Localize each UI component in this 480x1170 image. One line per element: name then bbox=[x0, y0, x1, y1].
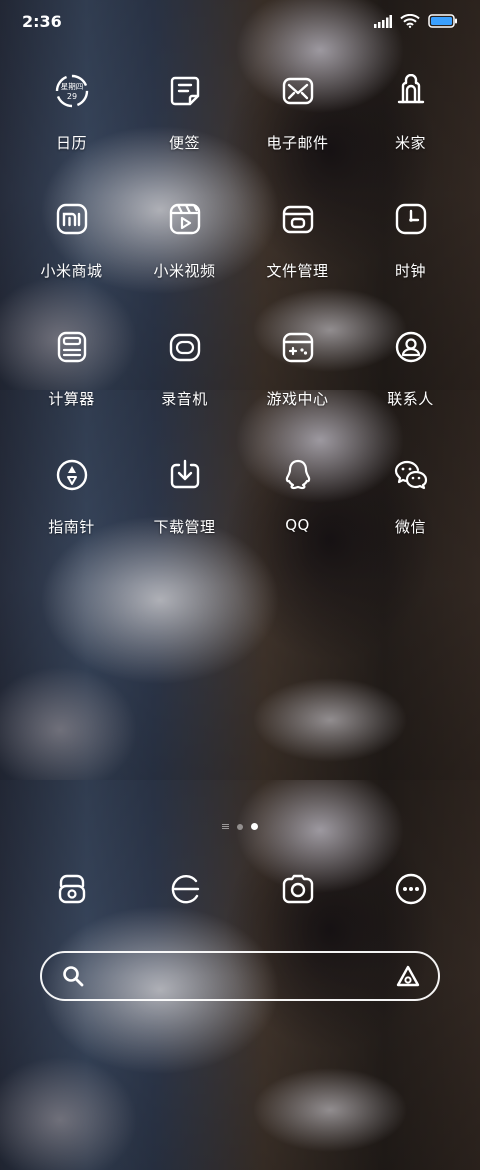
app-label: 小米视频 bbox=[153, 262, 216, 280]
app-label: 下载管理 bbox=[153, 518, 216, 536]
game-center-icon bbox=[281, 330, 315, 364]
page-dot bbox=[237, 823, 243, 830]
app-label: 米家 bbox=[394, 134, 426, 152]
app-label: QQ bbox=[285, 516, 310, 534]
app-label: 小米商城 bbox=[40, 262, 103, 280]
calendar-day: 29 bbox=[66, 92, 76, 101]
page-indicator[interactable] bbox=[0, 823, 480, 830]
notes-icon bbox=[168, 74, 202, 108]
app-wechat[interactable]: 微信 bbox=[354, 458, 467, 538]
dock-browser[interactable] bbox=[128, 872, 241, 912]
mi-store-icon bbox=[55, 202, 89, 236]
status-time: 2:36 bbox=[22, 11, 62, 31]
contacts-icon bbox=[394, 330, 428, 364]
dock bbox=[0, 872, 480, 912]
download-manager-icon bbox=[168, 458, 202, 492]
email-icon bbox=[281, 74, 315, 108]
status-icons bbox=[374, 14, 458, 28]
app-email[interactable]: 电子邮件 bbox=[241, 74, 354, 154]
app-mi-video[interactable]: 小米视频 bbox=[128, 202, 241, 282]
calendar-weekday: 星期四 bbox=[60, 82, 83, 91]
clock-icon bbox=[394, 202, 428, 236]
mijia-icon bbox=[394, 74, 428, 108]
app-label: 时钟 bbox=[394, 262, 426, 280]
app-mijia[interactable]: 米家 bbox=[354, 74, 467, 154]
dock-messages[interactable] bbox=[354, 872, 467, 912]
app-label: 微信 bbox=[394, 518, 426, 536]
search-icon bbox=[63, 966, 84, 987]
app-download-manager[interactable]: 下载管理 bbox=[128, 458, 241, 538]
status-bar: 2:36 bbox=[0, 0, 480, 42]
page-list-icon bbox=[222, 824, 229, 829]
browser-icon bbox=[168, 872, 202, 906]
calendar-icon: 星期四 29 bbox=[55, 74, 89, 108]
app-recorder[interactable]: 录音机 bbox=[128, 330, 241, 410]
app-label: 电子邮件 bbox=[266, 134, 329, 152]
page-dot-active bbox=[251, 823, 258, 830]
app-label: 便签 bbox=[168, 134, 200, 152]
battery-icon bbox=[428, 14, 457, 28]
xiaoai-icon[interactable] bbox=[396, 965, 420, 987]
dock-camera[interactable] bbox=[241, 872, 354, 912]
file-manager-icon bbox=[281, 202, 315, 236]
app-calculator[interactable]: 计算器 bbox=[15, 330, 128, 410]
app-notes[interactable]: 便签 bbox=[128, 74, 241, 154]
app-label: 文件管理 bbox=[266, 262, 329, 280]
app-label: 日历 bbox=[55, 134, 87, 152]
qq-icon bbox=[281, 458, 315, 492]
search-bar[interactable] bbox=[40, 951, 440, 1001]
app-calendar[interactable]: 星期四 29 日历 bbox=[15, 74, 128, 154]
app-clock[interactable]: 时钟 bbox=[354, 202, 467, 282]
camera-icon bbox=[281, 872, 315, 906]
recorder-icon bbox=[168, 330, 202, 364]
app-compass[interactable]: 指南针 bbox=[15, 458, 128, 538]
messages-icon bbox=[394, 872, 428, 906]
calculator-icon bbox=[55, 330, 89, 364]
signal-icon bbox=[374, 14, 392, 28]
phone-icon bbox=[55, 872, 89, 906]
wechat-icon bbox=[394, 458, 428, 492]
app-qq[interactable]: QQ bbox=[241, 458, 354, 538]
app-grid: 星期四 29 日历 便签 电子邮件 米家 小米商城 小米视频 文件管理 时钟 计… bbox=[0, 74, 480, 538]
wifi-icon bbox=[400, 14, 420, 28]
app-game-center[interactable]: 游戏中心 bbox=[241, 330, 354, 410]
app-file-manager[interactable]: 文件管理 bbox=[241, 202, 354, 282]
app-label: 指南针 bbox=[48, 518, 95, 536]
app-label: 录音机 bbox=[161, 390, 208, 408]
app-label: 联系人 bbox=[387, 390, 434, 408]
app-mi-store[interactable]: 小米商城 bbox=[15, 202, 128, 282]
mi-video-icon bbox=[168, 202, 202, 236]
app-contacts[interactable]: 联系人 bbox=[354, 330, 467, 410]
app-label: 计算器 bbox=[48, 390, 95, 408]
compass-icon bbox=[55, 458, 89, 492]
app-label: 游戏中心 bbox=[266, 390, 329, 408]
dock-phone[interactable] bbox=[15, 872, 128, 912]
